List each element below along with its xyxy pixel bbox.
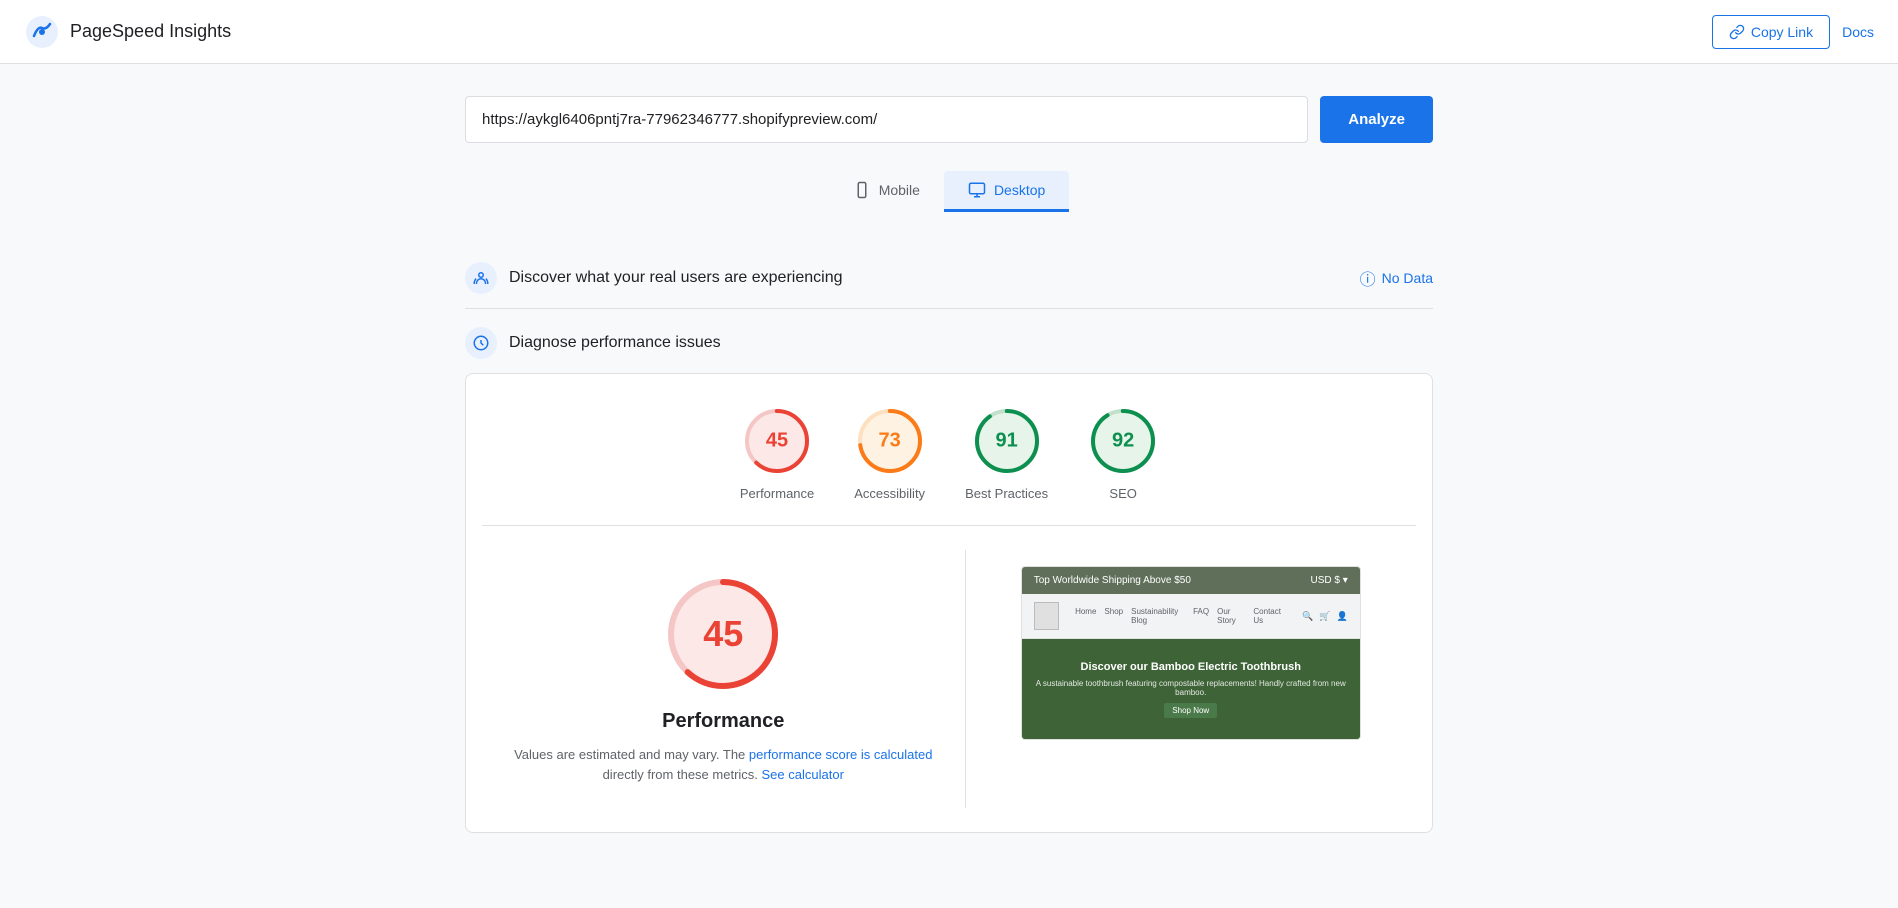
analyze-button[interactable]: Analyze <box>1320 96 1433 143</box>
performance-detail-right: Top Worldwide Shipping Above $50 USD $ ▾… <box>966 550 1417 808</box>
header: PageSpeed Insights Copy Link Docs <box>0 0 1898 64</box>
nav-link-story: Our Story <box>1217 607 1245 625</box>
score-accessibility[interactable]: 73 Accessibility <box>854 406 925 501</box>
screenshot-nav-links: Home Shop Sustainability Blog FAQ Our St… <box>1075 607 1286 625</box>
header-right: Copy Link Docs <box>1712 15 1874 49</box>
screenshot-nav: Home Shop Sustainability Blog FAQ Our St… <box>1022 594 1360 639</box>
tab-desktop[interactable]: Desktop <box>944 171 1069 212</box>
screenshot-cta-btn: Shop Now <box>1164 703 1217 718</box>
score-card: 45 Performance 73 Accessibility <box>465 373 1433 833</box>
score-performance[interactable]: 45 Performance <box>740 406 814 501</box>
see-calc-link[interactable]: See calculator <box>762 767 844 782</box>
search-bar: Analyze <box>465 96 1433 143</box>
screenshot-search-icon: 🔍 <box>1302 611 1313 622</box>
screenshot-hero: Discover our Bamboo Electric Toothbrush … <box>1022 639 1360 739</box>
nav-link-blog: Sustainability Blog <box>1131 607 1185 625</box>
tab-mobile[interactable]: Mobile <box>829 171 944 212</box>
seo-score-value: 92 <box>1112 430 1134 453</box>
screenshot-bar-text: Top Worldwide Shipping Above $50 <box>1034 575 1191 586</box>
score-seo[interactable]: 92 SEO <box>1088 406 1158 501</box>
device-tabs: Mobile Desktop <box>465 171 1433 212</box>
nav-link-contact: Contact Us <box>1253 607 1286 625</box>
screenshot-hero-sub: A sustainable toothbrush featuring compo… <box>1034 679 1348 697</box>
header-left: PageSpeed Insights <box>24 14 231 50</box>
nav-link-faq: FAQ <box>1193 607 1209 625</box>
copy-link-button[interactable]: Copy Link <box>1712 15 1830 49</box>
mobile-icon <box>853 181 871 199</box>
url-input[interactable] <box>465 96 1308 143</box>
screenshot-bar-url: USD $ ▾ <box>1310 575 1347 586</box>
performance-detail: 45 Performance Values are estimated and … <box>482 550 1416 808</box>
performance-note: Values are estimated and may vary. The p… <box>514 745 932 784</box>
screenshot-hero-text: Discover our Bamboo Electric Toothbrush <box>1081 661 1301 673</box>
no-data-button[interactable]: ⓘ No Data <box>1360 266 1433 290</box>
pagespeed-logo-icon <box>24 14 60 50</box>
score-best-practices[interactable]: 91 Best Practices <box>965 406 1048 501</box>
info-icon: ⓘ <box>1360 266 1376 290</box>
real-users-title: Discover what your real users are experi… <box>509 269 842 287</box>
real-users-icon <box>465 262 497 294</box>
best-practices-circle: 91 <box>972 406 1042 476</box>
performance-circle: 45 <box>742 406 812 476</box>
nav-link-shop: Shop <box>1104 607 1123 625</box>
scores-row: 45 Performance 73 Accessibility <box>482 406 1416 526</box>
diagnose-title: Diagnose performance issues <box>509 334 721 352</box>
performance-score-value: 45 <box>766 430 788 453</box>
real-users-section: Discover what your real users are experi… <box>465 244 1433 309</box>
screenshot-person-icon: 👤 <box>1337 611 1348 622</box>
performance-large-score-value: 45 <box>703 613 743 655</box>
link-icon <box>1729 24 1745 40</box>
screenshot-cart-icon: 🛒 <box>1319 611 1330 622</box>
performance-label: Performance <box>740 486 814 501</box>
performance-detail-left: 45 Performance Values are estimated and … <box>482 550 966 808</box>
docs-link[interactable]: Docs <box>1842 24 1874 40</box>
main-content: Analyze Mobile Desktop <box>449 64 1449 865</box>
diagnose-icon <box>465 327 497 359</box>
nav-link-home: Home <box>1075 607 1096 625</box>
real-users-header-left: Discover what your real users are experi… <box>465 262 842 294</box>
performance-large-circle: 45 <box>663 574 783 694</box>
screenshot-logo <box>1034 602 1059 630</box>
accessibility-score-value: 73 <box>879 430 901 453</box>
seo-circle: 92 <box>1088 406 1158 476</box>
screenshot-preview: Top Worldwide Shipping Above $50 USD $ ▾… <box>1021 566 1361 740</box>
accessibility-circle: 73 <box>855 406 925 476</box>
desktop-icon <box>968 181 986 199</box>
accessibility-label: Accessibility <box>854 486 925 501</box>
screenshot-nav-icons: 🔍 🛒 👤 <box>1302 611 1348 622</box>
best-practices-score-value: 91 <box>995 430 1017 453</box>
screenshot-bar: Top Worldwide Shipping Above $50 USD $ ▾ <box>1022 567 1360 594</box>
app-title: PageSpeed Insights <box>70 21 231 42</box>
perf-calc-link[interactable]: performance score is calculated <box>749 747 933 762</box>
best-practices-label: Best Practices <box>965 486 1048 501</box>
seo-label: SEO <box>1109 486 1136 501</box>
diagnose-section-header: Diagnose performance issues <box>465 309 1433 373</box>
performance-detail-title: Performance <box>662 710 784 733</box>
